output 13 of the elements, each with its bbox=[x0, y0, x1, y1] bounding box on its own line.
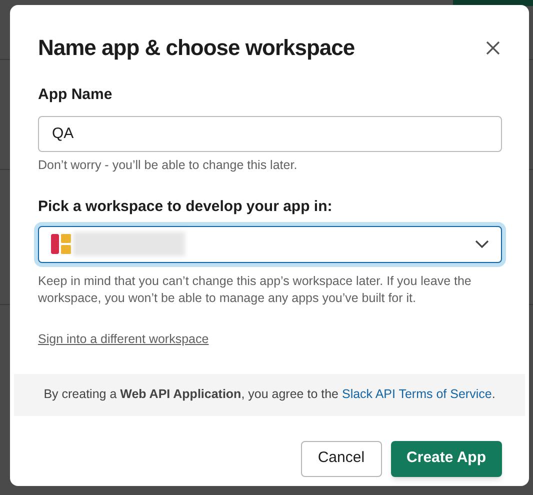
field-label: Pick a workspace to develop your app in: bbox=[38, 197, 334, 218]
field-hint: Don’t worry - you’ll be able to change this later. bbox=[38, 156, 298, 174]
sign-in-link[interactable]: Sign into a different workspace bbox=[38, 330, 209, 348]
cancel-button[interactable]: Cancel bbox=[300, 440, 382, 476]
terms-text: By creating a Web API Application, you agree to the Slack API Terms of Service. bbox=[44, 386, 496, 404]
field-hint: Keep in mind that you can’t change this app’s workspace later. If you leave the workspace, you won’t be able to manage any apps you’ve built for it. bbox=[38, 272, 472, 307]
create-button[interactable]: Create App bbox=[390, 440, 502, 476]
terms-link[interactable]: Slack API Terms of Service bbox=[342, 387, 492, 402]
dialog-title: Name app & choose workspace bbox=[38, 34, 355, 62]
app-name-field[interactable]: QA bbox=[38, 116, 502, 152]
field-label: App Name bbox=[38, 85, 114, 105]
chevron-down-icon bbox=[475, 240, 489, 248]
workspace-logo-icon bbox=[51, 234, 71, 254]
